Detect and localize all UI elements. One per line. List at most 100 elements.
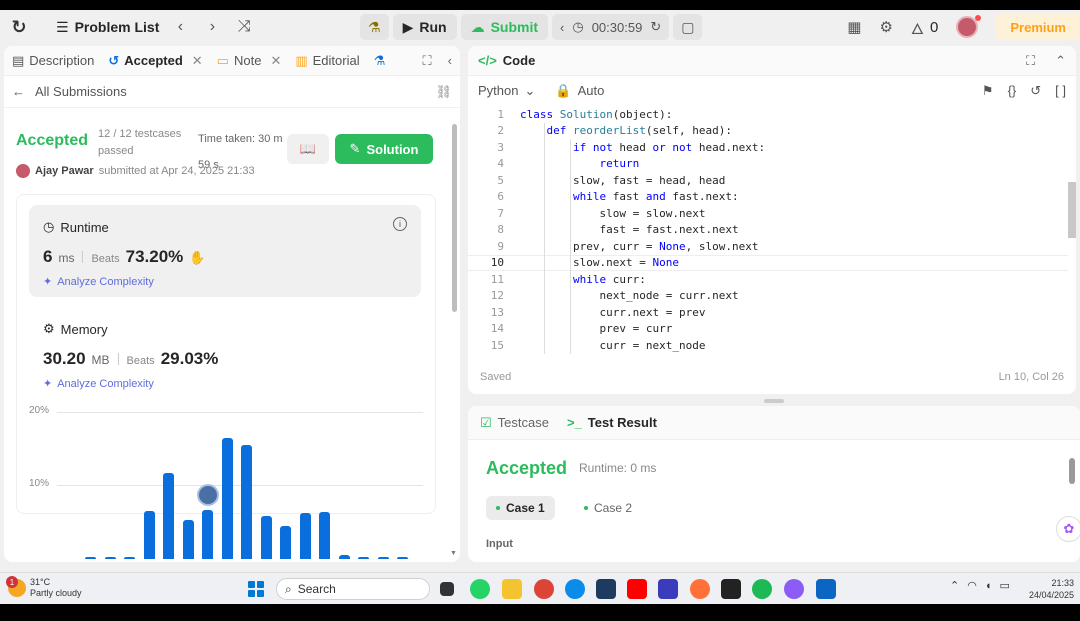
volume-icon[interactable]: ◖ — [985, 580, 992, 592]
settings-gear-icon[interactable]: ⚙ — [879, 18, 892, 36]
chart-bar[interactable] — [124, 556, 135, 559]
chevron-up-icon[interactable]: ⌃ — [950, 579, 959, 592]
info-icon[interactable]: i — [393, 217, 407, 231]
chevron-up-icon[interactable]: ⌃ — [1055, 53, 1066, 69]
chevron-left-icon[interactable]: ‹ — [560, 20, 564, 35]
tab-test-result[interactable]: >_ Test Result — [567, 415, 657, 430]
code-line[interactable]: 8 fast = fast.next.next — [468, 222, 1068, 239]
case-1-tab[interactable]: Case 1 — [486, 496, 555, 520]
battery-icon[interactable]: ▭ — [999, 579, 1009, 592]
close-tab-icon[interactable]: ✕ — [192, 53, 203, 69]
tab-note[interactable]: ▭ Note ✕ — [217, 53, 282, 69]
analyze-complexity-runtime[interactable]: ✦ Analyze Complexity — [43, 275, 154, 289]
close-tab-icon[interactable]: ✕ — [270, 53, 281, 69]
case-2-tab[interactable]: Case 2 — [574, 496, 642, 520]
code-line[interactable]: 14 prev = curr — [468, 321, 1068, 338]
chrome-icon[interactable] — [534, 579, 554, 599]
code-scrollbar[interactable] — [1068, 106, 1076, 358]
memory-box[interactable]: ⚙ Memory 30.20 MB Beats 29.03% ✦ Analyze… — [29, 307, 421, 399]
file-explorer-icon[interactable] — [502, 579, 522, 599]
taskbar-clock[interactable]: 21:33 24/04/2025 — [1029, 577, 1074, 601]
runtime-box[interactable]: ◷ Runtime i 6 ms Beats 73.20% ✋ ✦ Analyz… — [29, 205, 421, 297]
chart-bar[interactable] — [397, 556, 408, 559]
bookmark-icon[interactable]: ⚑ — [982, 83, 994, 99]
chart-bar[interactable] — [221, 437, 233, 559]
analyze-complexity-memory[interactable]: ✦ Analyze Complexity — [43, 377, 154, 391]
format-braces-icon[interactable]: {} — [1008, 83, 1017, 99]
copilot-icon[interactable] — [784, 579, 804, 599]
user-avatar[interactable] — [956, 15, 982, 38]
chart-bar[interactable] — [85, 556, 96, 559]
chart-bar[interactable] — [280, 525, 291, 559]
taskview-icon[interactable] — [440, 582, 454, 596]
edge-icon[interactable] — [565, 579, 585, 599]
tab-editorial[interactable]: ▥ Editorial — [295, 53, 359, 69]
windows-start-icon[interactable] — [248, 581, 264, 597]
chart-bar[interactable] — [260, 516, 272, 559]
tab-description[interactable]: ▤ Description — [12, 53, 94, 69]
user-name[interactable]: Ajay Pawar — [35, 165, 94, 177]
chart-bar[interactable] — [202, 510, 213, 559]
layout-icon[interactable]: ▦ — [847, 18, 861, 36]
chart-bar[interactable] — [241, 445, 252, 559]
linkedin-icon[interactable] — [816, 579, 836, 599]
all-submissions-link[interactable]: All Submissions — [35, 84, 127, 99]
code-line[interactable]: 1 class Solution(object): — [468, 106, 1068, 123]
taskbar-search[interactable]: ⌕ Search — [276, 578, 430, 600]
chart-bar[interactable] — [299, 513, 311, 559]
code-line[interactable]: 7 slow = slow.next — [468, 205, 1068, 222]
debug-icon[interactable]: ⚗ — [360, 14, 389, 40]
firefox-icon[interactable] — [690, 579, 710, 599]
solution-button[interactable]: ✎ Solution — [335, 134, 433, 164]
scrollbar-thumb[interactable] — [1068, 182, 1076, 238]
code-line[interactable]: 5 slow, fast = head, head — [468, 172, 1068, 189]
chart-bar[interactable] — [358, 556, 369, 559]
your-submission-avatar[interactable] — [197, 484, 219, 507]
code-line[interactable]: 11 while curr: — [468, 271, 1068, 288]
timer[interactable]: ‹ ◷ 00:30:59 ↻ — [552, 14, 670, 40]
note-icon[interactable]: ▢ — [673, 14, 703, 40]
prev-problem-icon[interactable]: ‹ — [169, 18, 191, 36]
expand-icon[interactable]: ⛶ — [1026, 53, 1035, 69]
tab-testcase[interactable]: ☑ Testcase — [480, 415, 549, 431]
chart-bar[interactable] — [319, 511, 330, 559]
submit-button[interactable]: ☁ Submit — [460, 14, 549, 40]
spotify-icon[interactable] — [752, 579, 772, 599]
chart-bar[interactable] — [163, 473, 174, 559]
code-line[interactable]: 12 next_node = curr.next — [468, 288, 1068, 305]
distribution-chart[interactable]: 20% 10% — [29, 399, 429, 559]
auto-mode[interactable]: 🔒 Auto — [555, 83, 604, 99]
whatsapp-icon[interactable] — [470, 579, 490, 599]
collapse-chevron-icon[interactable]: ‹ — [448, 53, 452, 69]
weather-widget[interactable]: 1 31°C Partly cloudy — [6, 576, 82, 599]
panel-splitter[interactable] — [764, 399, 784, 403]
scrollbar-thumb[interactable] — [1069, 458, 1075, 484]
chart-bar[interactable] — [182, 520, 194, 559]
ai-assistant-icon[interactable]: ✿ — [1056, 516, 1080, 542]
code-line[interactable]: 10 slow.next = None — [468, 254, 1068, 271]
expand-icon[interactable]: ⛶ — [423, 53, 432, 69]
scrollbar-thumb[interactable] — [452, 124, 457, 312]
code-line[interactable]: 3 if not head or not head.next: — [468, 139, 1068, 156]
tab-accepted[interactable]: ↺ Accepted ✕ — [108, 53, 202, 69]
shuffle-icon[interactable]: ⤨ — [233, 18, 255, 36]
brackets-icon[interactable]: [ ] — [1055, 83, 1066, 99]
share-link-icon[interactable]: ⛓ — [435, 84, 452, 100]
chart-bar[interactable] — [143, 511, 155, 559]
reset-code-icon[interactable]: ↺ — [1030, 83, 1041, 99]
code-line[interactable]: 2 def reorderList(self, head): — [468, 123, 1068, 140]
scroll-down-icon[interactable]: ▼ — [450, 550, 457, 557]
wifi-icon[interactable]: ◠ — [967, 579, 977, 592]
left-scrollbar[interactable]: ▼ — [450, 108, 458, 562]
youtube-icon[interactable] — [627, 579, 647, 599]
chart-bar[interactable] — [338, 554, 350, 559]
editorial-book-button[interactable]: 📖 — [287, 134, 329, 164]
code-line[interactable]: 13 curr.next = prev — [468, 304, 1068, 321]
reset-timer-icon[interactable]: ↻ — [650, 19, 661, 35]
language-select[interactable]: Python ⌄ — [478, 83, 535, 99]
github-icon[interactable] — [721, 579, 741, 599]
chart-bar[interactable] — [104, 556, 116, 559]
back-arrow-icon[interactable]: ← — [12, 84, 25, 99]
app-icon[interactable] — [658, 579, 678, 599]
streak-fire-icon[interactable]: 🜂 0 — [911, 12, 938, 43]
